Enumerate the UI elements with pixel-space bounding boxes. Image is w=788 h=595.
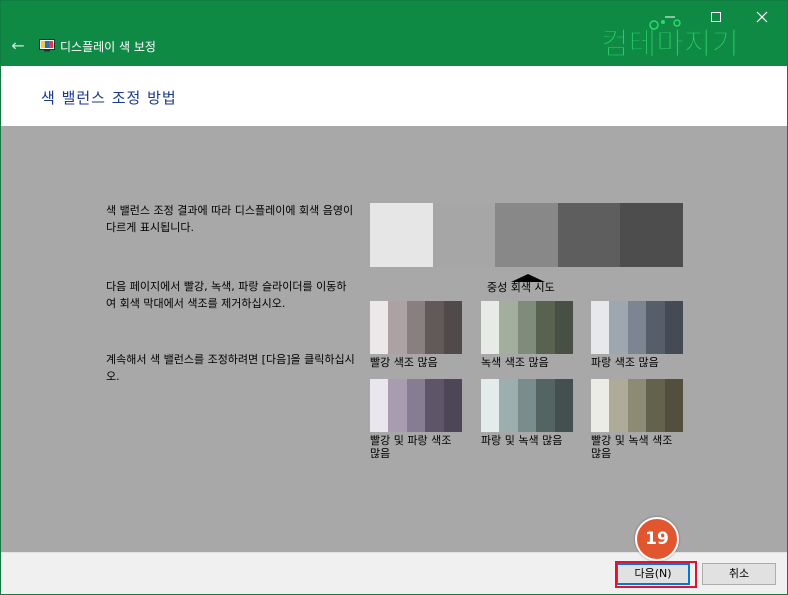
sample-red-cast: 빨강 색조 많음 xyxy=(370,301,463,369)
sample-bars xyxy=(481,301,574,354)
sample-blue-green-cast: 파랑 및 녹색 많음 xyxy=(481,379,574,447)
sample-caption: 빨강 색조 많음 xyxy=(370,356,438,369)
tint-swatch-5 xyxy=(554,379,574,432)
window-title: 디스플레이 색 보정 xyxy=(60,40,156,54)
tint-swatch-5 xyxy=(664,379,684,432)
cancel-button[interactable]: 취소 xyxy=(702,563,776,585)
tint-swatch-2 xyxy=(609,379,628,432)
sample-caption: 빨강 및 녹색 색조 많음 xyxy=(591,434,673,460)
tint-swatch-5 xyxy=(443,301,463,354)
tint-swatch-4 xyxy=(425,379,444,432)
sample-caption: 빨강 및 파랑 색조 많음 xyxy=(370,434,452,460)
tint-swatch-4 xyxy=(425,301,444,354)
neutral-gray-label: 중성 회색 시도 xyxy=(487,281,555,294)
tint-swatch-2 xyxy=(499,301,518,354)
tint-swatch-5 xyxy=(443,379,463,432)
watermark-logo: 컴테마지기 xyxy=(601,19,739,61)
tint-swatch-4 xyxy=(646,301,665,354)
tint-swatch-2 xyxy=(609,301,628,354)
tint-swatch-2 xyxy=(388,301,407,354)
tint-swatch-3 xyxy=(406,301,426,354)
description-paragraph-2: 다음 페이지에서 빨강, 녹색, 파랑 슬라이더를 이동하여 회색 막대에서 색… xyxy=(106,280,347,310)
sample-caption: 파랑 및 녹색 많음 xyxy=(481,434,563,447)
sample-red-green-cast: 빨강 및 녹색 색조 많음 xyxy=(591,379,684,460)
tint-swatch-4 xyxy=(646,379,665,432)
sample-bars xyxy=(591,301,684,354)
tint-swatch-5 xyxy=(554,301,574,354)
description-paragraph-3: 계속해서 색 밸런스를 조정하려면 [다음]을 클릭하십시오. xyxy=(106,353,355,383)
title-bar: ← 디스플레이 색 보정 컴테마지기 xyxy=(1,1,787,66)
tint-swatch-1 xyxy=(481,379,500,432)
svg-text:컴테마지기: 컴테마지기 xyxy=(601,27,739,61)
neutral-gray-bar xyxy=(370,203,683,267)
tint-swatch-5 xyxy=(664,301,684,354)
display-monitor-icon xyxy=(39,39,55,52)
color-calibration-window: ← 디스플레이 색 보정 컴테마지기 색 밸런스 조정 방법 색 밸런스 조정 … xyxy=(0,0,788,595)
sample-green-cast: 녹색 색조 많음 xyxy=(481,301,574,369)
tint-swatch-1 xyxy=(591,379,610,432)
tint-swatch-1 xyxy=(481,301,500,354)
sample-bars xyxy=(481,379,574,432)
page-title: 색 밸런스 조정 방법 xyxy=(41,89,177,107)
sample-blue-cast: 파랑 색조 많음 xyxy=(591,301,684,369)
tint-swatch-1 xyxy=(591,301,610,354)
gray-swatch-3 xyxy=(495,203,558,267)
sample-bars xyxy=(370,379,463,432)
back-arrow-icon[interactable]: ← xyxy=(9,36,27,56)
tint-swatch-3 xyxy=(627,301,647,354)
description-paragraph-1: 색 밸런스 조정 결과에 따라 디스플레이에 회색 음영이 다르게 표시됩니다. xyxy=(106,204,354,234)
tint-swatch-2 xyxy=(499,379,518,432)
tint-swatch-4 xyxy=(536,301,555,354)
gray-swatch-2 xyxy=(432,203,496,267)
gray-swatch-5 xyxy=(620,203,683,267)
tint-swatch-1 xyxy=(370,301,389,354)
tint-swatch-2 xyxy=(388,379,407,432)
gray-swatch-1 xyxy=(370,203,433,267)
tint-swatch-3 xyxy=(406,379,426,432)
tint-swatch-3 xyxy=(517,379,537,432)
highlight-box xyxy=(615,561,697,588)
tint-swatch-3 xyxy=(517,301,537,354)
tint-swatch-3 xyxy=(627,379,647,432)
sample-bars xyxy=(370,301,463,354)
sample-caption: 녹색 색조 많음 xyxy=(481,356,549,369)
tint-swatch-4 xyxy=(536,379,555,432)
sample-bars xyxy=(591,379,684,432)
gray-swatch-4 xyxy=(557,203,621,267)
tint-swatch-1 xyxy=(370,379,389,432)
step-badge: 19 xyxy=(635,517,679,561)
sample-caption: 파랑 색조 많음 xyxy=(591,356,659,369)
sample-red-blue-cast: 빨강 및 파랑 색조 많음 xyxy=(370,379,463,460)
